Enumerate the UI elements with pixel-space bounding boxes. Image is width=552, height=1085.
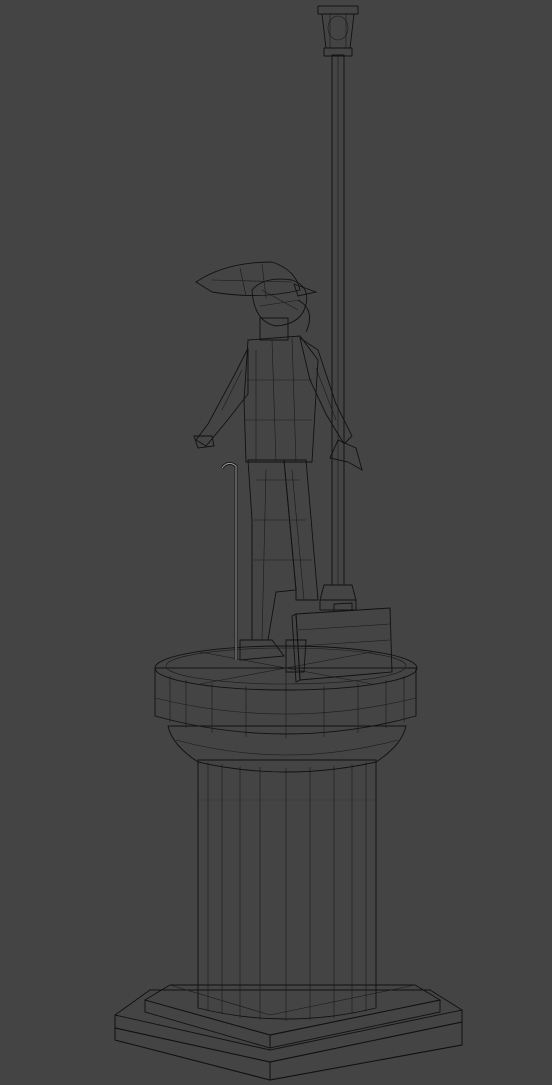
plinth-base[interactable] bbox=[114, 984, 463, 1081]
figure-with-bird-head[interactable] bbox=[193, 261, 363, 673]
wireframe-scene bbox=[114, 5, 463, 1081]
3d-viewport[interactable] bbox=[0, 0, 552, 1085]
column-shaft[interactable] bbox=[197, 759, 377, 1021]
lamp-lantern bbox=[317, 5, 359, 57]
walking-cane[interactable] bbox=[220, 461, 238, 660]
briefcase[interactable] bbox=[291, 602, 393, 683]
street-lamp[interactable] bbox=[317, 5, 359, 611]
